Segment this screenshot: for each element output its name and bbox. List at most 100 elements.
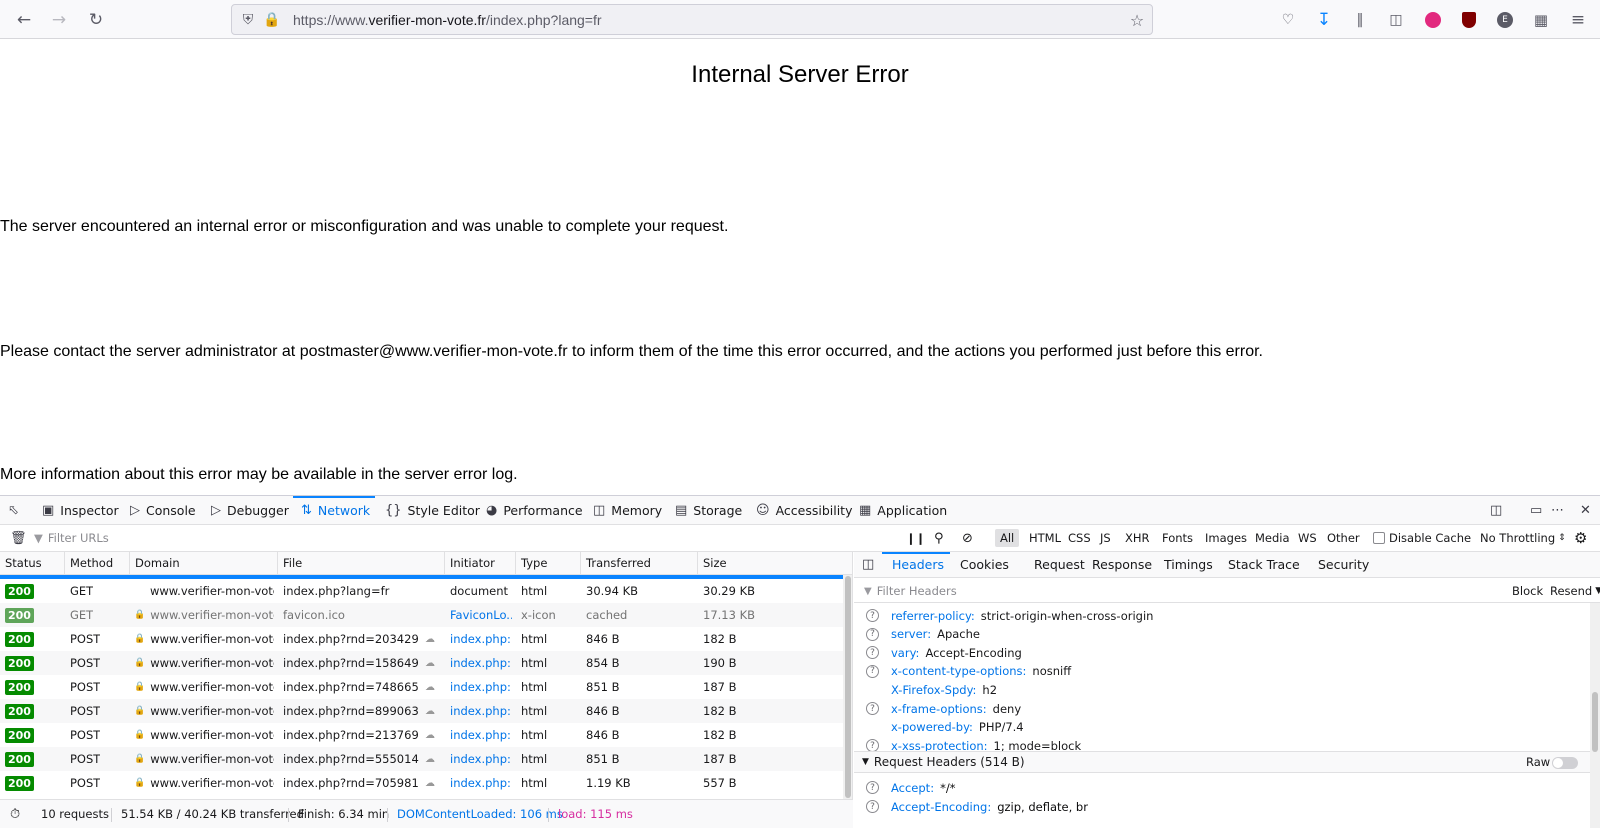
column-transferred[interactable]: Transferred <box>581 552 698 574</box>
forward-icon[interactable]: → <box>46 7 72 33</box>
request-header-row[interactable]: ? Accept: */* <box>854 778 1590 797</box>
tab-response[interactable]: Response <box>1092 552 1152 577</box>
apps-grid-icon[interactable]: ▦ <box>1528 7 1554 33</box>
tab-debugger[interactable]: ▷ Debugger <box>211 496 289 524</box>
tab-performance[interactable]: ◕ Performance <box>486 496 583 524</box>
pause-recording-icon[interactable]: ❙❙ <box>906 525 925 551</box>
cell-transferred: 851 B <box>586 752 620 766</box>
response-header-row[interactable]: x-powered-by: PHP/7.4 <box>854 718 1590 737</box>
help-icon[interactable]: ? <box>866 781 879 794</box>
tab-accessibility[interactable]: ☺ Accessibility <box>756 496 852 524</box>
split-console-icon[interactable]: ◫ <box>1490 496 1508 524</box>
request-header-row[interactable]: ? Accept-Encoding: gzip, deflate, br <box>854 797 1590 816</box>
reload-icon[interactable]: ↻ <box>83 7 109 33</box>
tab-cookies[interactable]: Cookies <box>960 552 1009 577</box>
requests-scrollbar-thumb[interactable] <box>845 576 851 798</box>
tab-style-editor[interactable]: {} Style Editor <box>385 496 480 524</box>
response-header-row[interactable]: ? referrer-policy: strict-origin-when-cros… <box>854 606 1590 625</box>
help-icon[interactable]: ? <box>866 609 879 622</box>
search-icon[interactable]: ⚲ <box>934 525 944 551</box>
help-icon[interactable]: ? <box>866 702 879 715</box>
stopwatch-icon[interactable]: ⏱ <box>10 800 20 828</box>
table-row[interactable]: 200 GET 🔒www.verifier-mon-vote... favicon.i… <box>0 603 843 627</box>
type-filter-fonts[interactable]: Fonts <box>1157 525 1198 551</box>
column-initiator[interactable]: Initiator <box>445 552 516 574</box>
help-icon[interactable]: ? <box>866 646 879 660</box>
lock-icon[interactable]: 🔒 <box>263 11 281 29</box>
response-header-row[interactable]: ? vary: Accept-Encoding <box>854 643 1590 662</box>
column-method[interactable]: Method <box>65 552 130 574</box>
response-header-row[interactable]: ? x-frame-options: deny <box>854 699 1590 718</box>
resend-button[interactable]: Resend ▼ <box>1550 578 1600 604</box>
help-icon[interactable]: ? <box>866 800 879 813</box>
type-filter-all[interactable]: All <box>995 525 1020 551</box>
type-filter-html[interactable]: HTML <box>1024 525 1066 551</box>
back-icon[interactable]: ← <box>11 7 37 33</box>
column-file[interactable]: File <box>278 552 445 574</box>
block-button[interactable]: Block <box>1512 578 1543 604</box>
tab-headers[interactable]: Headers <box>892 552 944 577</box>
disable-cache-checkbox[interactable]: Disable Cache <box>1373 525 1471 551</box>
menu-icon[interactable]: ≡ <box>1565 7 1591 33</box>
column-type[interactable]: Type <box>516 552 581 574</box>
type-filter-ws[interactable]: WS <box>1293 525 1322 551</box>
table-row[interactable]: 200 POST 🔒www.verifier-mon-vote... index.ph… <box>0 699 843 723</box>
type-filter-media[interactable]: Media <box>1250 525 1295 551</box>
throttling-select[interactable]: No Throttling ⇕ <box>1480 525 1566 551</box>
pocket-icon[interactable]: ♡ <box>1275 7 1301 33</box>
sidebar-icon[interactable]: ◫ <box>1383 7 1409 33</box>
responsive-design-icon[interactable]: ▭ <box>1530 496 1548 524</box>
response-header-row[interactable]: ? server: Apache <box>854 625 1590 644</box>
toggle-sidebar-icon[interactable]: ◫ <box>862 552 874 577</box>
type-filter-other[interactable]: Other <box>1322 525 1365 551</box>
tab-network[interactable]: ⇅ Network <box>301 496 370 524</box>
tab-console[interactable]: ▷ Console <box>130 496 196 524</box>
table-row[interactable]: 200 GET www.verifier-mon-vote... index.php?… <box>0 579 843 603</box>
details-scrollbar-thumb[interactable] <box>1592 692 1598 752</box>
more-options-icon[interactable]: ⋯ <box>1551 496 1570 524</box>
account-icon[interactable]: E <box>1492 7 1518 33</box>
table-row[interactable]: 200 POST 🔒www.verifier-mon-vote... index.ph… <box>0 627 843 651</box>
request-headers-section[interactable]: ▼ Request Headers (514 B) Raw <box>854 751 1590 773</box>
type-filter-xhr[interactable]: XHR <box>1120 525 1155 551</box>
type-filter-js[interactable]: JS <box>1095 525 1116 551</box>
table-row[interactable]: 200 POST 🔒www.verifier-mon-vote... index.ph… <box>0 747 843 771</box>
table-row[interactable]: 200 POST 🔒www.verifier-mon-vote... index.ph… <box>0 651 843 675</box>
table-row[interactable]: 200 POST 🔒www.verifier-mon-vote... index.ph… <box>0 771 843 795</box>
type-filter-images[interactable]: Images <box>1200 525 1252 551</box>
ublock-icon[interactable] <box>1456 7 1482 33</box>
bookmark-star-icon[interactable]: ☆ <box>1128 11 1146 30</box>
filter-urls-input[interactable]: ▼ Filter URLs <box>34 525 894 551</box>
type-filter-css[interactable]: CSS <box>1063 525 1096 551</box>
url-bar[interactable]: ⛨ 🔒 https://www.verifier-mon-vote.fr/ind… <box>231 4 1153 35</box>
raw-toggle[interactable] <box>1552 757 1578 769</box>
tab-security[interactable]: Security <box>1318 552 1369 577</box>
table-row[interactable]: 200 POST 🔒www.verifier-mon-vote... index.ph… <box>0 675 843 699</box>
library-icon[interactable]: ‖ <box>1347 7 1373 33</box>
url-text[interactable]: https://www.verifier-mon-vote.fr/index.p… <box>293 12 602 28</box>
tab-inspector[interactable]: ▣ Inspector <box>42 496 119 524</box>
response-header-row[interactable]: ? x-content-type-options: nosniff <box>854 662 1590 681</box>
tab-storage[interactable]: ▤ Storage <box>675 496 742 524</box>
tab-memory[interactable]: ◫ Memory <box>593 496 662 524</box>
tab-stack-trace[interactable]: Stack Trace <box>1228 552 1300 577</box>
table-row[interactable]: 200 POST 🔒www.verifier-mon-vote... index.ph… <box>0 723 843 747</box>
block-urls-icon[interactable]: ⊘ <box>962 525 973 551</box>
clear-requests-icon[interactable]: 🗑 <box>10 525 27 551</box>
extension-m-icon[interactable] <box>1420 7 1446 33</box>
response-header-row[interactable]: X-Firefox-Spdy: h2 <box>854 680 1590 699</box>
column-size[interactable]: Size <box>698 552 843 574</box>
filter-headers-input[interactable]: ▼ Filter Headers <box>864 578 1464 604</box>
tab-application[interactable]: ▦ Application <box>859 496 947 524</box>
close-devtools-icon[interactable]: ✕ <box>1580 496 1597 524</box>
tab-request[interactable]: Request <box>1034 552 1085 577</box>
element-picker-icon[interactable]: ⬁ <box>8 496 25 524</box>
download-icon[interactable]: ↧ <box>1311 7 1337 33</box>
tab-timings[interactable]: Timings <box>1164 552 1213 577</box>
help-icon[interactable]: ? <box>866 664 879 678</box>
help-icon[interactable]: ? <box>866 627 879 641</box>
network-settings-gear-icon[interactable]: ⚙ <box>1574 525 1587 551</box>
column-domain[interactable]: Domain <box>130 552 278 574</box>
column-status[interactable]: Status <box>0 552 65 574</box>
tracking-shield-icon[interactable]: ⛨ <box>239 11 257 29</box>
